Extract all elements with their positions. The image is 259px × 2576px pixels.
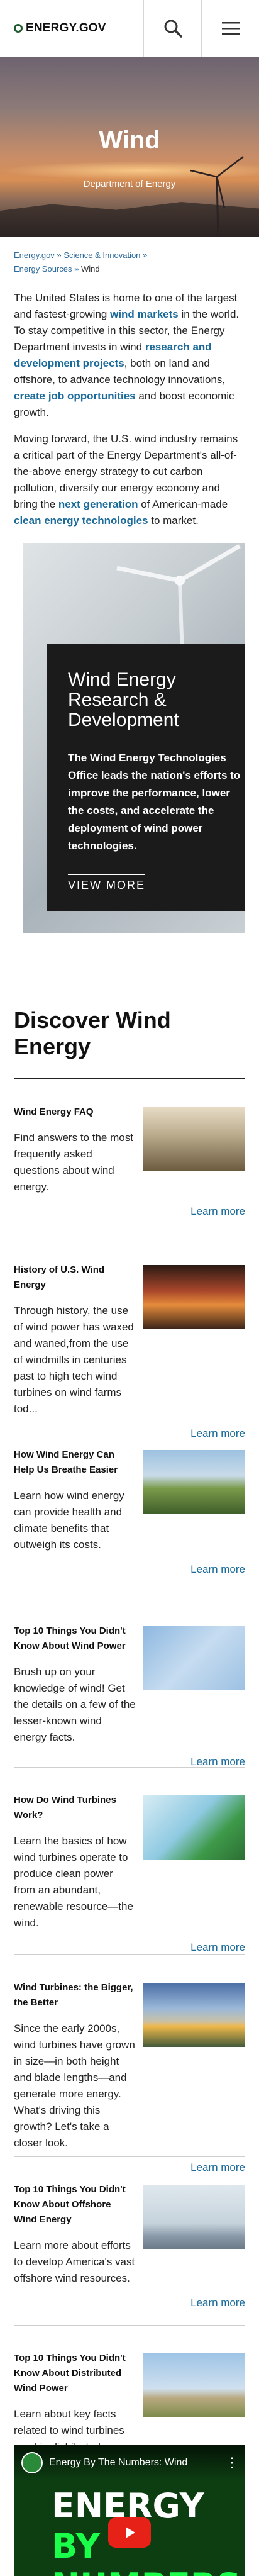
breadcrumb-separator: » [143,250,148,260]
video-embed[interactable]: Energy By The Numbers: Wind ⋮ ENERGY BY … [14,2445,245,2576]
breadcrumb-separator: » [57,250,62,260]
card-text: Brush up on your knowledge of wind! Get … [14,1666,136,1743]
discover-heading: Discover Wind Energy [14,1007,245,1079]
list-item[interactable]: Wind Turbines: the Bigger, the Better Si… [14,1955,245,2173]
card-text: Find answers to the most frequently aske… [14,1132,133,1193]
breadcrumb-link-science[interactable]: Science & Innovation [63,250,140,260]
card-image[interactable] [143,1450,245,1514]
discover-section: Discover Wind Energy Wind Energy FAQ Fin… [0,933,259,2497]
breadcrumb: Energy.gov » Science & Innovation » Ener… [0,237,259,276]
site-logo[interactable]: ENERGY.GOV [0,21,143,35]
list-item[interactable]: History of U.S. Wind Energy Through hist… [14,1237,245,1439]
card-image[interactable] [143,1983,245,2047]
page-title: Wind [99,126,160,154]
breadcrumb-link-energy-gov[interactable]: Energy.gov [14,250,55,260]
intro-text: The United States is home to one of the … [0,276,259,529]
card-image[interactable] [143,2185,245,2249]
learn-more-link[interactable]: Learn more [14,1941,245,1954]
breadcrumb-link-energy-sources[interactable]: Energy Sources [14,264,72,274]
intro-text-fragment: to market. [148,515,199,527]
wind-turbine-photo [116,544,241,656]
list-item[interactable]: Wind Energy FAQ Find answers to the most… [14,1079,245,1237]
link-wind-markets[interactable]: wind markets [110,308,179,320]
promo-title: Wind Energy Research & Development [68,669,179,730]
site-header: ENERGY.GOV [0,0,259,57]
doe-seal-icon [14,24,23,33]
logo-text: ENERGY.GOV [26,21,106,35]
list-item[interactable]: How Wind Energy Can Help Us Breathe Easi… [14,1422,245,1598]
card-title[interactable]: Top 10 Things You Didn't Know About Wind… [14,1624,136,1654]
card-title[interactable]: Top 10 Things You Didn't Know About Dist… [14,2351,136,2396]
card-title[interactable]: How Do Wind Turbines Work? [14,1793,136,1823]
intro-paragraph-1: The United States is home to one of the … [14,290,245,421]
breadcrumb-current: Wind [80,264,100,274]
hamburger-menu-icon [221,22,240,35]
list-item[interactable]: How Do Wind Turbines Work? Learn the bas… [14,1768,245,1955]
card-title[interactable]: Top 10 Things You Didn't Know About Offs… [14,2182,136,2228]
card-title[interactable]: Wind Turbines: the Bigger, the Better [14,1980,136,2010]
intro-text-fragment: of American-made [138,498,228,510]
list-item[interactable]: Top 10 Things You Didn't Know About Offs… [14,2157,245,2326]
hero-banner: Wind Department of Energy [0,57,259,237]
card-title[interactable]: History of U.S. Wind Energy [14,1263,136,1293]
card-text: Through history, the use of wind power h… [14,1305,134,1415]
play-button[interactable] [108,2517,151,2548]
intro-paragraph-2: Moving forward, the U.S. wind industry r… [14,431,245,529]
play-icon [126,2527,135,2538]
card-title[interactable]: Wind Energy FAQ [14,1105,136,1120]
breadcrumb-separator: » [74,264,79,274]
search-button[interactable] [143,0,201,57]
card-text: Learn how wind energy can provide health… [14,1490,124,1551]
card-image[interactable] [143,1265,245,1329]
card-text: Since the early 2000s, wind turbines hav… [14,2022,135,2149]
card-image[interactable] [143,1795,245,1860]
search-icon [164,20,182,38]
learn-more-link[interactable]: Learn more [14,1756,245,1768]
learn-more-link[interactable]: Learn more [14,2297,245,2309]
menu-button[interactable] [201,0,259,57]
learn-more-link[interactable]: Learn more [14,1563,245,1576]
channel-avatar[interactable] [21,2452,43,2473]
card-image[interactable] [143,1626,245,1690]
link-job-opportunities[interactable]: create job opportunities [14,390,136,402]
page-subtitle: Department of Energy [83,179,176,189]
list-item[interactable]: Top 10 Things You Didn't Know About Wind… [14,1598,245,1768]
video-title[interactable]: Energy By The Numbers: Wind [49,2457,225,2468]
view-more-button[interactable]: VIEW MORE [68,874,146,892]
card-title[interactable]: How Wind Energy Can Help Us Breathe Easi… [14,1447,136,1478]
wind-turbine-silhouette [190,156,244,237]
card-image[interactable] [143,2353,245,2417]
rd-promo: Wind Energy Research & Development The W… [23,543,245,933]
video-header: Energy By The Numbers: Wind ⋮ [14,2445,245,2481]
more-options-icon[interactable]: ⋮ [225,2455,239,2471]
learn-more-link[interactable]: Learn more [14,1205,245,1218]
card-text: Learn more about efforts to develop Amer… [14,2239,135,2284]
promo-card: Wind Energy Research & Development The W… [47,644,245,911]
promo-text: The Wind Energy Technologies Office lead… [68,752,241,852]
card-image[interactable] [143,1107,245,1171]
link-clean-energy-technologies[interactable]: clean energy technologies [14,515,148,527]
link-next-generation[interactable]: next generation [58,498,138,510]
card-text: Learn the basics of how wind turbines op… [14,1835,133,1929]
